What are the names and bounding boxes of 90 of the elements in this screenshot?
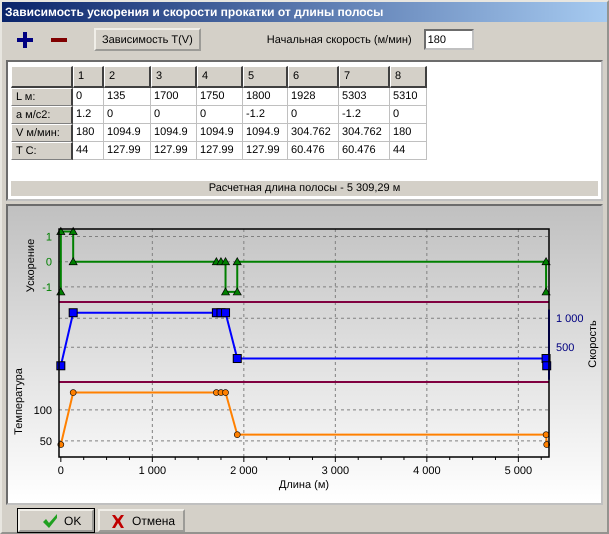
- data-marker: [68, 257, 78, 266]
- data-marker: [232, 257, 242, 266]
- table-cell[interactable]: 304.762: [288, 124, 339, 142]
- table-cell[interactable]: 1800: [243, 88, 288, 106]
- table-cell[interactable]: 304.762: [339, 124, 390, 142]
- dependency-button[interactable]: Зависимость T(V): [94, 28, 201, 52]
- data-marker: [220, 287, 230, 296]
- data-marker: [232, 287, 242, 296]
- table-cell[interactable]: 1094.9: [151, 124, 197, 142]
- data-marker: [542, 431, 550, 438]
- tick-label: 2 000: [230, 465, 258, 477]
- column-header: 2: [104, 66, 151, 88]
- table-cell[interactable]: 5303: [339, 88, 390, 106]
- tick-label: 100: [34, 404, 52, 417]
- table-cell[interactable]: 60.476: [288, 142, 339, 160]
- row-header: a м/c2:: [11, 106, 73, 124]
- data-marker: [58, 441, 64, 448]
- speed-field[interactable]: 180: [424, 29, 474, 50]
- tick-label: 1: [46, 232, 52, 244]
- table-cell[interactable]: 1750: [197, 88, 243, 106]
- tick-label: 500: [556, 342, 574, 354]
- row-header: T C:: [11, 142, 73, 160]
- tick-label: -1: [42, 282, 52, 294]
- table-cell[interactable]: 0: [197, 106, 243, 124]
- table-cell[interactable]: 1094.9: [197, 124, 243, 142]
- column-header: 3: [151, 66, 197, 88]
- check-icon: [42, 512, 58, 528]
- column-header: 4: [197, 66, 243, 88]
- column-header: 8: [390, 66, 427, 88]
- header-cell: [11, 66, 73, 88]
- ok-button[interactable]: OK: [18, 509, 94, 532]
- column-header: 1: [73, 66, 104, 88]
- table-cell[interactable]: 1700: [151, 88, 197, 106]
- data-marker: [234, 431, 241, 438]
- data-marker: [541, 287, 551, 296]
- tick-label: 0: [46, 256, 52, 269]
- table-cell[interactable]: 1094.9: [243, 124, 288, 142]
- data-marker: [220, 257, 230, 266]
- tick-label: 1 000: [556, 313, 584, 326]
- plus-icon[interactable]: [16, 30, 34, 49]
- window-title: Зависимость ускорения и скорости прокатки от длины полосы: [2, 2, 607, 22]
- tick-label: 4 000: [413, 465, 441, 477]
- table-cell[interactable]: 180: [73, 124, 104, 142]
- table-cell[interactable]: 44: [390, 142, 427, 160]
- column-header: 7: [339, 66, 390, 88]
- table-cell[interactable]: 127.99: [197, 142, 243, 160]
- axis-title: Температура: [13, 368, 25, 435]
- tick-label: 3 000: [322, 465, 350, 477]
- table-cell[interactable]: 127.99: [104, 142, 151, 160]
- row-header: L м:: [11, 88, 73, 106]
- data-marker: [56, 287, 66, 296]
- speed-label: Начальная скорость (м/мин): [266, 34, 412, 46]
- column-header: 5: [243, 66, 288, 88]
- data-marker: [70, 389, 76, 396]
- table-cell[interactable]: -1.2: [243, 106, 288, 124]
- data-marker: [68, 226, 78, 235]
- data-marker: [232, 354, 242, 364]
- table-cell[interactable]: 1928: [288, 88, 339, 106]
- table-cell[interactable]: 60.476: [339, 142, 390, 160]
- tick-label: 0: [58, 465, 64, 477]
- table-cell[interactable]: 127.99: [243, 142, 288, 160]
- table-cell[interactable]: 0: [390, 106, 427, 124]
- cancel-button[interactable]: Отмена: [98, 509, 186, 532]
- row-header: V м/мин:: [11, 124, 73, 142]
- tick-label: 5 000: [504, 465, 532, 477]
- table-cell[interactable]: 0: [288, 106, 339, 124]
- data-marker: [543, 441, 550, 448]
- table-cell[interactable]: 180: [390, 124, 427, 142]
- table-cell[interactable]: 1.2: [73, 106, 104, 124]
- table-cell[interactable]: 0: [151, 106, 197, 124]
- column-header: 6: [288, 66, 339, 88]
- axis-title: Ускорение: [25, 238, 37, 292]
- table-cell[interactable]: 1094.9: [104, 124, 151, 142]
- cross-icon: [110, 512, 126, 528]
- data-marker: [221, 308, 230, 318]
- table-cell[interactable]: -1.2: [339, 106, 390, 124]
- axis-title: Длина (м): [278, 479, 330, 491]
- table-cell[interactable]: 127.99: [151, 142, 197, 160]
- table-cell[interactable]: 5310: [390, 88, 427, 106]
- table-cell[interactable]: 135: [104, 88, 151, 106]
- data-marker: [56, 226, 66, 235]
- data-marker: [68, 308, 78, 318]
- data-marker: [541, 257, 551, 266]
- table-cell[interactable]: 0: [104, 106, 151, 124]
- axis-title: Скорость: [587, 320, 599, 368]
- table-cell[interactable]: 44: [73, 142, 104, 160]
- tick-label: 50: [40, 436, 52, 448]
- summary-text: Расчетная длина полосы - 5 309,29 м: [11, 181, 598, 196]
- tick-label: 1 000: [138, 465, 166, 477]
- table-cell[interactable]: 0: [73, 88, 104, 106]
